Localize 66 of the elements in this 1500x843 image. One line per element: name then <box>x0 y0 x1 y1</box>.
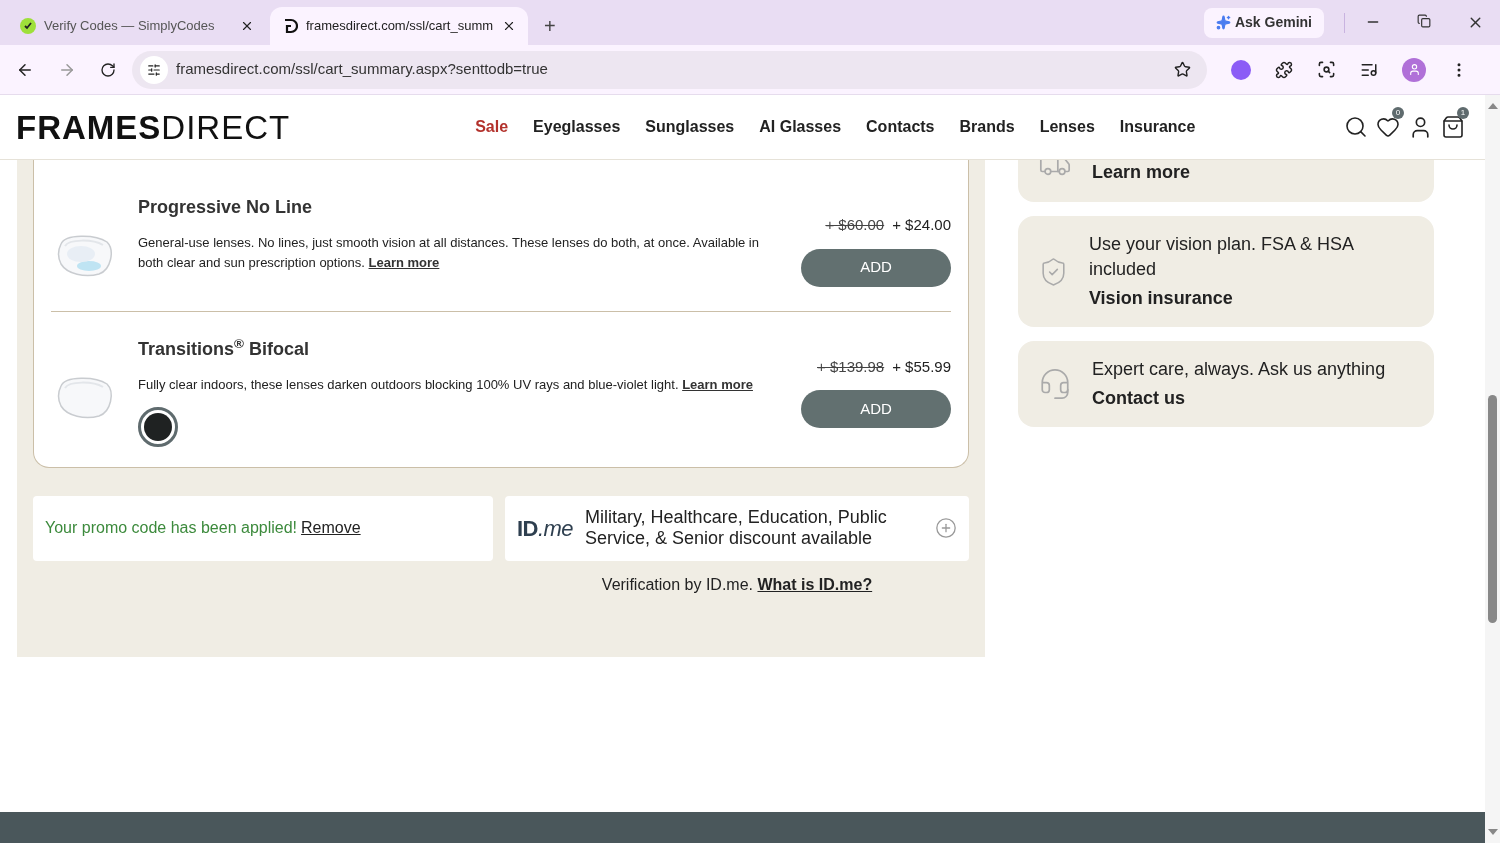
what-is-idme-link[interactable]: What is ID.me? <box>757 575 873 593</box>
tab-title: framesdirect.com/ssl/cart_summ <box>306 17 494 36</box>
browser-tab[interactable]: Verify Codes — SimplyCodes <box>8 7 266 45</box>
tab-title: Verify Codes — SimplyCodes <box>44 17 216 36</box>
old-price: + $139.98 <box>817 356 885 377</box>
ask-gemini-button[interactable]: Ask Gemini <box>1203 7 1324 38</box>
scroll-down-icon[interactable] <box>1487 829 1498 835</box>
nav-link[interactable]: Insurance <box>1119 115 1196 139</box>
treatment-name: Progressive No Line <box>138 196 314 219</box>
url-text: framesdirect.com/ssl/cart_summary.aspx?senttodb=true <box>176 59 549 80</box>
search-icon[interactable] <box>1344 115 1368 139</box>
nav-link[interactable]: Eyeglasses <box>533 115 621 139</box>
nav-link[interactable]: Sale <box>475 115 509 139</box>
price: + $24.00 <box>892 215 951 235</box>
remove-link[interactable]: Remove <box>301 516 361 540</box>
promo-message: Your promo code has been applied! <box>45 518 298 538</box>
extension-icon[interactable] <box>1231 59 1251 80</box>
new-tab-button[interactable]: + <box>532 7 568 45</box>
verification-text: Verification by ID.me. <box>601 575 754 593</box>
nav-link[interactable]: Contacts <box>866 115 935 139</box>
idme-offer-text: Military, Healthcare, Education, Public Service, & Senior discount available <box>584 507 888 549</box>
perk-link[interactable]: Vision insurance <box>1088 286 1414 311</box>
scroll-up-icon[interactable] <box>1487 103 1498 109</box>
wishlist-icon[interactable] <box>1376 115 1400 139</box>
expand-icon[interactable] <box>935 517 957 539</box>
perk-link[interactable]: Contact us <box>1092 386 1386 411</box>
tab-favicon-icon <box>282 18 298 34</box>
treatment-description: Fully clear indoors, these lenses darken outdoors blocking 100% UV rays and blue-violet light. Learn more <box>138 375 754 394</box>
old-price: + $60.00 <box>825 215 885 235</box>
add-button[interactable]: ADD <box>801 248 951 287</box>
add-button[interactable]: ADD <box>801 390 951 428</box>
address-bar[interactable]: framesdirect.com/ssl/cart_summary.aspx?senttodb=true <box>132 50 1207 89</box>
idme-logo: ID.me <box>517 514 573 543</box>
scrollbar[interactable] <box>1485 95 1500 843</box>
nav-link[interactable]: Sunglasses <box>645 115 735 139</box>
idme-offer-panel[interactable]: ID.me Military, Healthcare, Education, Public Service, & Senior discount available <box>505 495 969 561</box>
extensions-icon[interactable] <box>1275 60 1293 79</box>
perk-link[interactable]: Learn more <box>1092 160 1191 185</box>
sparkle-icon <box>1215 15 1231 30</box>
wishlist-count-badge: 0 <box>1392 107 1404 119</box>
treatment-name: Transitions$^{®}$ Bifocal <box>138 335 310 361</box>
restore-icon[interactable] <box>1417 14 1431 28</box>
tab-favicon-icon <box>20 18 36 34</box>
nav-link[interactable]: AI Glasses <box>759 115 842 139</box>
browser-tab[interactable]: framesdirect.com/ssl/cart_summ <box>270 7 528 45</box>
price: + $55.99 <box>892 356 951 377</box>
nav-link[interactable]: Lenses <box>1039 115 1095 139</box>
learn-more-link[interactable]: Learn more <box>368 255 440 270</box>
screen-search-icon[interactable] <box>1317 60 1336 79</box>
perk-text: Expert care, always. Ask us anything <box>1092 358 1386 381</box>
cart-icon[interactable] <box>1441 115 1465 139</box>
close-icon[interactable] <box>240 19 254 33</box>
site-logo[interactable]: FRAMESDIRECT <box>16 110 291 144</box>
bookmark-star-icon[interactable] <box>1174 61 1191 78</box>
site-info-icon[interactable] <box>140 55 168 84</box>
reload-icon[interactable] <box>100 61 116 78</box>
cart-count-badge: 1 <box>1457 107 1469 119</box>
close-icon[interactable] <box>502 19 516 33</box>
learn-more-link[interactable]: Learn more <box>682 376 753 392</box>
nav-link[interactable]: Brands <box>959 115 1015 139</box>
headset-icon <box>1038 367 1072 401</box>
treatment-description: General-use lenses. No lines, just smooth vision at all distances. These lenses do both, at once. Available in both clear and sun prescription options. Learn more <box>138 234 760 272</box>
avatar-icon[interactable] <box>1402 57 1426 82</box>
scrollbar-thumb[interactable] <box>1488 395 1497 623</box>
perk-text: Use your vision plan. FSA & HSA included <box>1088 233 1355 281</box>
color-swatch[interactable] <box>138 406 178 447</box>
